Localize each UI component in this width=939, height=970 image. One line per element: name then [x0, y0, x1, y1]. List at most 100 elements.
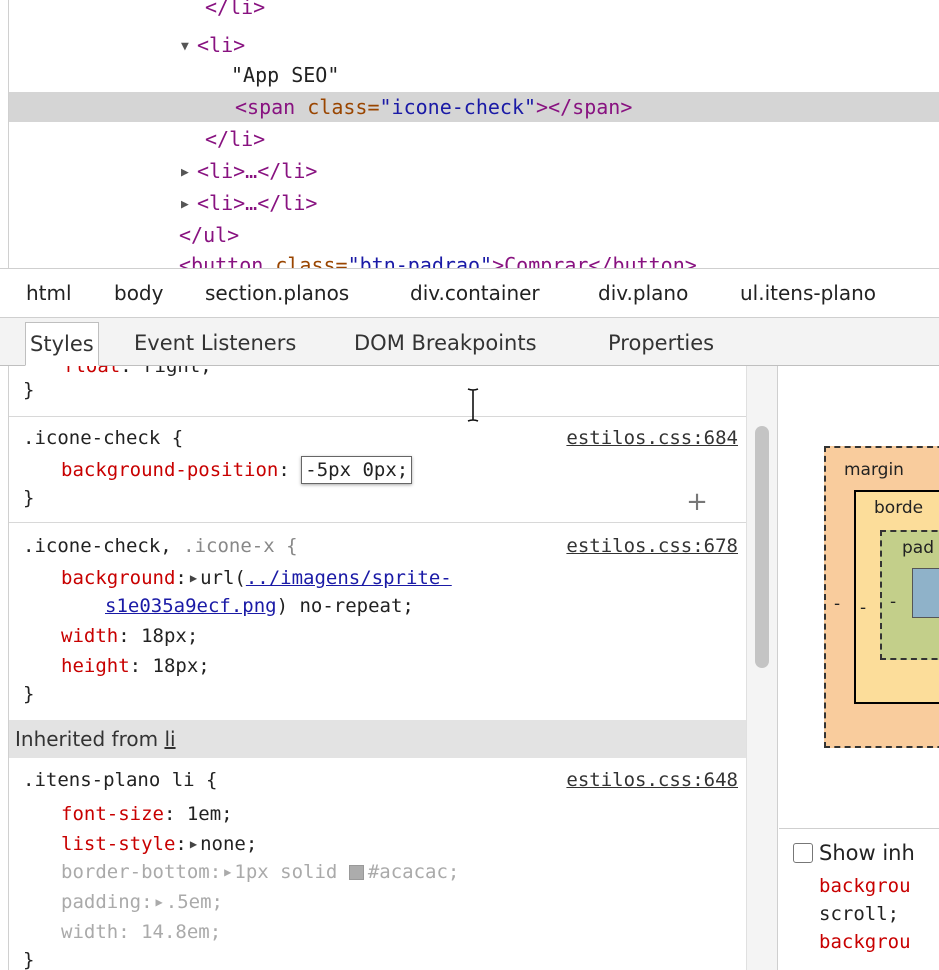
box-model-margin: margin - borde - pad - — [824, 446, 939, 748]
css-property-name: padding — [61, 891, 142, 913]
tab-event-listeners[interactable]: Event Listeners — [130, 322, 300, 366]
breadcrumb-item-div-plano[interactable]: div.plano — [598, 269, 688, 317]
expand-shorthand-icon[interactable]: ▶ — [224, 858, 231, 886]
styles-pane: float: right; } .icone-check { estilos.c… — [8, 366, 746, 970]
margin-left-value[interactable]: - — [834, 594, 840, 614]
dom-node-line[interactable]: ▶ <li>…</li> — [9, 188, 939, 218]
add-new-rule-button[interactable]: + — [685, 488, 709, 516]
css-colon: : — [278, 459, 290, 481]
dom-text: "App SEO" — [231, 63, 340, 87]
source-link[interactable]: estilos.css:648 — [566, 766, 738, 794]
css-declaration[interactable]: list-style: ▶ none; — [61, 830, 257, 858]
css-property-value: right; — [143, 366, 212, 377]
tab-styles[interactable]: Styles — [25, 322, 99, 366]
inherited-from-header: Inherited from li — [9, 720, 746, 758]
sprite-image-link[interactable]: ../imagens/sprite- — [246, 567, 452, 589]
inherited-element-link[interactable]: li — [164, 727, 175, 751]
text-cursor-icon — [467, 388, 479, 422]
box-model-content[interactable] — [912, 568, 939, 618]
padding-label: pad — [902, 538, 934, 558]
css-property-name: background-position — [61, 459, 279, 481]
breadcrumb: html body section.planos div.container d… — [0, 268, 939, 318]
source-link[interactable]: estilos.css:678 — [566, 532, 738, 560]
inherited-label: Inherited from — [15, 727, 159, 751]
css-declaration[interactable]: background: ▶ url(../imagens/sprite- — [61, 564, 452, 592]
css-declaration[interactable]: width: 18px; — [61, 622, 198, 650]
disclosure-triangle-expanded-icon[interactable]: ▼ — [181, 32, 193, 62]
disclosure-triangle-collapsed-icon[interactable]: ▶ — [181, 158, 193, 188]
css-property-name: list-style — [61, 833, 176, 855]
breadcrumb-item-html[interactable]: html — [26, 269, 72, 317]
box-model-border: borde - pad - — [854, 490, 939, 704]
show-inherited-label: Show inh — [819, 841, 915, 865]
dom-tag: <li> — [197, 33, 246, 57]
css-property-name: width — [61, 625, 119, 647]
css-declaration-overridden[interactable]: width: 14.8em; — [61, 918, 221, 946]
breadcrumb-item-ul-itens-plano[interactable]: ul.itens-plano — [740, 269, 876, 317]
expand-shorthand-icon[interactable]: ▶ — [156, 888, 163, 916]
dom-node-line[interactable]: <button class="btn-padrao">Comprar</butt… — [9, 250, 939, 268]
elements-tree: </li> ▼ <li> "App SEO" <span class="icone… — [8, 0, 939, 268]
dom-tag: <li>…</li> — [197, 191, 318, 215]
dom-tag: <li>…</li> — [197, 159, 318, 183]
border-left-value[interactable]: - — [860, 598, 866, 618]
css-url-prefix: url( — [200, 567, 246, 589]
dom-attr-value: "icone-check" — [379, 95, 537, 119]
css-declaration[interactable]: font-size: 1em; — [61, 800, 233, 828]
breadcrumb-item-section[interactable]: section.planos — [205, 269, 349, 317]
tab-dom-breakpoints[interactable]: DOM Breakpoints — [350, 322, 541, 366]
css-property-value: .5em; — [165, 891, 223, 913]
show-inherited-checkbox[interactable] — [793, 843, 813, 863]
color-swatch[interactable] — [348, 865, 364, 880]
tab-properties[interactable]: Properties — [604, 322, 718, 366]
dom-node-line[interactable]: ▼ <li> — [9, 30, 939, 60]
dom-tag: <span — [235, 95, 308, 119]
show-inherited-toggle[interactable]: Show inh — [793, 841, 915, 865]
expand-shorthand-icon[interactable]: ▶ — [190, 564, 197, 592]
computed-property[interactable]: backgrou — [819, 873, 911, 899]
dom-node-line-selected[interactable]: <span class="icone-check"></span> — [9, 92, 939, 122]
css-property-value: ) no-repeat; — [276, 595, 414, 617]
border-label: borde — [874, 498, 924, 518]
metrics-pane: margin - borde - pad - Show inh backgrou… — [779, 366, 939, 970]
sidebar-tabs: Styles Event Listeners DOM Breakpoints P… — [0, 318, 939, 366]
expand-shorthand-icon[interactable]: ▶ — [190, 830, 197, 858]
rule-close-brace: } — [23, 683, 35, 705]
dom-tag: >Comprar</button> — [492, 253, 697, 268]
css-property-value: 18px; — [141, 625, 199, 647]
rule-close-brace: } — [23, 379, 35, 401]
padding-left-value[interactable]: - — [890, 592, 896, 612]
rule-selector[interactable]: .itens-plano li { — [23, 766, 217, 794]
dom-tag: </li> — [205, 127, 266, 151]
dom-node-line[interactable]: </li> — [9, 0, 939, 22]
css-value-editor[interactable]: -5px 0px; — [301, 456, 413, 484]
css-declaration[interactable]: background-position: -5px 0px; — [61, 456, 413, 484]
dom-text-node[interactable]: "App SEO" — [9, 60, 939, 90]
dom-node-line[interactable]: </ul> — [9, 220, 939, 250]
source-link[interactable]: estilos.css:684 — [566, 424, 738, 452]
scrollbar-thumb[interactable] — [755, 426, 769, 668]
css-declaration[interactable]: height: 18px; — [61, 652, 210, 680]
css-property-value: 1em; — [186, 803, 233, 825]
css-declaration-overridden[interactable]: border-bottom: ▶ 1px solid #acacac; — [61, 858, 459, 886]
sprite-image-link[interactable]: s1e035a9ecf.png — [105, 595, 277, 617]
disclosure-triangle-collapsed-icon[interactable]: ▶ — [181, 190, 193, 220]
dom-node-line[interactable]: ▶ <li>…</li> — [9, 156, 939, 186]
styles-scrollbar[interactable] — [746, 366, 778, 970]
dom-node-line[interactable]: </li> — [9, 124, 939, 154]
css-declaration-overridden[interactable]: padding: ▶ .5em; — [61, 888, 223, 916]
css-property-name: float — [63, 366, 121, 377]
rule-selector[interactable]: .icone-check, .icone-x { — [23, 532, 298, 560]
css-property-name: border-bottom — [61, 861, 210, 883]
css-property-value: 1px solid — [234, 861, 338, 883]
computed-property[interactable]: backgrou — [819, 929, 911, 955]
breadcrumb-item-div-container[interactable]: div.container — [410, 269, 540, 317]
dom-tag: </li> — [205, 0, 266, 19]
css-property-value: none; — [200, 833, 258, 855]
breadcrumb-item-body[interactable]: body — [114, 269, 163, 317]
css-declaration[interactable]: float: right; — [63, 366, 212, 380]
css-color-value: #acacac; — [367, 861, 460, 883]
computed-styles: Show inh backgrou scroll; backgrou — [779, 828, 939, 970]
rule-selector[interactable]: .icone-check { — [23, 424, 183, 452]
rule-close-brace: } — [23, 487, 35, 509]
